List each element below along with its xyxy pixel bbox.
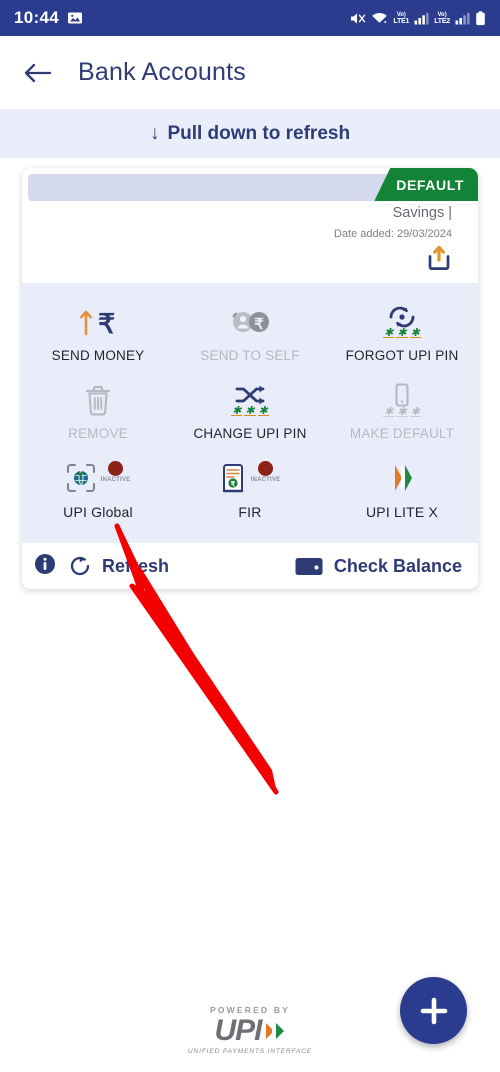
status-bar-right: Vo) LTE1 Vo) LTE2: [349, 10, 486, 26]
screen-root: 10:44 Vo) LTE1 Vo) LTE2 Bank Accounts ↓ …: [0, 0, 500, 1072]
inactive-badge: INACTIVE: [251, 461, 281, 483]
page-title: Bank Accounts: [78, 58, 246, 86]
share-button[interactable]: [424, 244, 454, 277]
volte-lte1-icon: Vo) LTE1: [393, 11, 410, 25]
trash-icon: [83, 383, 113, 417]
make-default-phone-icon: ✱ ✱ ✱: [383, 383, 421, 418]
action-upi-global[interactable]: INACTIVE UPI Global: [22, 453, 174, 531]
actions-row: INACTIVE UPI Global ₹ INACTIVE FIR UPI L…: [22, 453, 478, 531]
inactive-dot-icon: [107, 461, 123, 476]
inactive-badge: INACTIVE: [101, 461, 131, 483]
date-added: Date added: 29/03/2024: [333, 228, 452, 240]
account-type: Savings |: [392, 205, 452, 221]
add-account-fab[interactable]: [400, 977, 467, 1044]
svg-text:₹: ₹: [254, 316, 264, 333]
info-icon: [35, 553, 55, 574]
pin-dots: ✱ ✱ ✱: [383, 327, 421, 339]
check-balance-label: Check Balance: [333, 555, 462, 576]
status-badge: DEFAULT: [374, 168, 478, 201]
app-bar: Bank Accounts: [0, 36, 500, 109]
send-money-rupee-icon: ₹: [76, 305, 120, 339]
share-upload-icon: [428, 245, 450, 270]
send-to-self-icon: ₹: [226, 305, 274, 339]
signal-bars-1-icon: [414, 12, 429, 24]
svg-text:₹: ₹: [98, 309, 115, 338]
refresh-icon: [70, 556, 90, 576]
pull-refresh-label: Pull down to refresh: [167, 122, 351, 144]
share-row: [22, 242, 478, 283]
account-actions-grid: ₹ SEND MONEY ₹ SEND TO SELF ✱ ✱ ✱ FORGOT…: [22, 283, 478, 543]
upi-tricolor-arrow-icon: [265, 1023, 284, 1039]
image-icon: [67, 12, 82, 24]
bank-name-bar: DEFAULT: [28, 168, 478, 201]
upi-global-icon: [66, 464, 95, 492]
refresh-button[interactable]: Refresh: [68, 554, 169, 578]
refresh-label: Refresh: [102, 555, 170, 576]
back-button[interactable]: [20, 55, 56, 91]
fir-document-icon: ₹: [222, 464, 243, 493]
pull-to-refresh-banner[interactable]: ↓ Pull down to refresh: [0, 109, 500, 158]
upi-tagline: UNIFIED PAYMENTS INTERFACE: [187, 1048, 313, 1055]
check-balance-button[interactable]: Check Balance: [294, 554, 462, 578]
forgot-upi-pin-icon: ✱ ✱ ✱: [383, 305, 421, 339]
action-label: UPI LITE X: [365, 504, 439, 520]
action-fir[interactable]: ₹ INACTIVE FIR: [174, 453, 326, 531]
action-label: MAKE DEFAULT: [349, 426, 455, 441]
action-make-default: ✱ ✱ ✱ MAKE DEFAULT: [326, 375, 478, 453]
actions-row: REMOVE ✱ ✱ ✱ CHANGE UPI PIN ✱ ✱ ✱ MAKE D…: [22, 375, 478, 453]
action-label: REMOVE: [68, 426, 128, 441]
actions-row: ₹ SEND MONEY ₹ SEND TO SELF ✱ ✱ ✱ FORGOT…: [22, 297, 478, 375]
battery-icon: [476, 10, 485, 25]
svg-text:₹: ₹: [230, 480, 235, 488]
action-send-money[interactable]: ₹ SEND MONEY: [22, 297, 174, 375]
bank-account-card: DEFAULT Savings | Date added: 29/03/2024: [22, 168, 478, 589]
action-remove: REMOVE: [22, 375, 174, 453]
wallet-icon: [295, 558, 323, 575]
volte-lte2-icon: Vo) LTE2: [434, 11, 450, 25]
action-label: CHANGE UPI PIN: [193, 426, 307, 441]
status-bar: 10:44 Vo) LTE1 Vo) LTE2: [0, 0, 500, 36]
change-upi-pin-icon: ✱ ✱ ✱: [231, 383, 269, 417]
upi-wordmark: UPI: [214, 1014, 262, 1047]
pull-refresh-arrow: ↓: [149, 122, 160, 144]
pin-dots: ✱ ✱ ✱: [383, 406, 421, 418]
action-upi-lite-x[interactable]: UPI LITE X: [326, 453, 478, 531]
inactive-label: INACTIVE: [250, 477, 281, 483]
mute-icon: [351, 12, 366, 24]
status-bar-clock: 10:44: [14, 8, 59, 27]
action-change-upi-pin[interactable]: ✱ ✱ ✱ CHANGE UPI PIN: [174, 375, 326, 453]
inactive-label: INACTIVE: [100, 477, 131, 483]
signal-bars-2-icon: [455, 12, 470, 24]
upi-lite-x-icon: [386, 461, 418, 495]
action-label: SEND TO SELF: [200, 348, 300, 363]
plus-icon: [420, 997, 447, 1024]
card-footer: Refresh Check Balance: [22, 543, 478, 589]
action-send-to-self: ₹ SEND TO SELF: [174, 297, 326, 375]
arrow-left-icon: [24, 63, 52, 82]
wifi-icon: [372, 12, 388, 23]
action-label: SEND MONEY: [51, 348, 145, 363]
action-label: FORGOT UPI PIN: [345, 348, 459, 363]
action-forgot-upi-pin[interactable]: ✱ ✱ ✱ FORGOT UPI PIN: [326, 297, 478, 375]
status-bar-left: 10:44: [14, 8, 83, 28]
account-meta: Savings | Date added: 29/03/2024: [22, 201, 478, 242]
info-button[interactable]: [34, 553, 56, 580]
pin-dots: ✱ ✱ ✱: [231, 405, 269, 417]
action-label: FIR: [238, 504, 262, 520]
action-label: UPI Global: [63, 504, 133, 520]
inactive-dot-icon: [257, 461, 273, 476]
